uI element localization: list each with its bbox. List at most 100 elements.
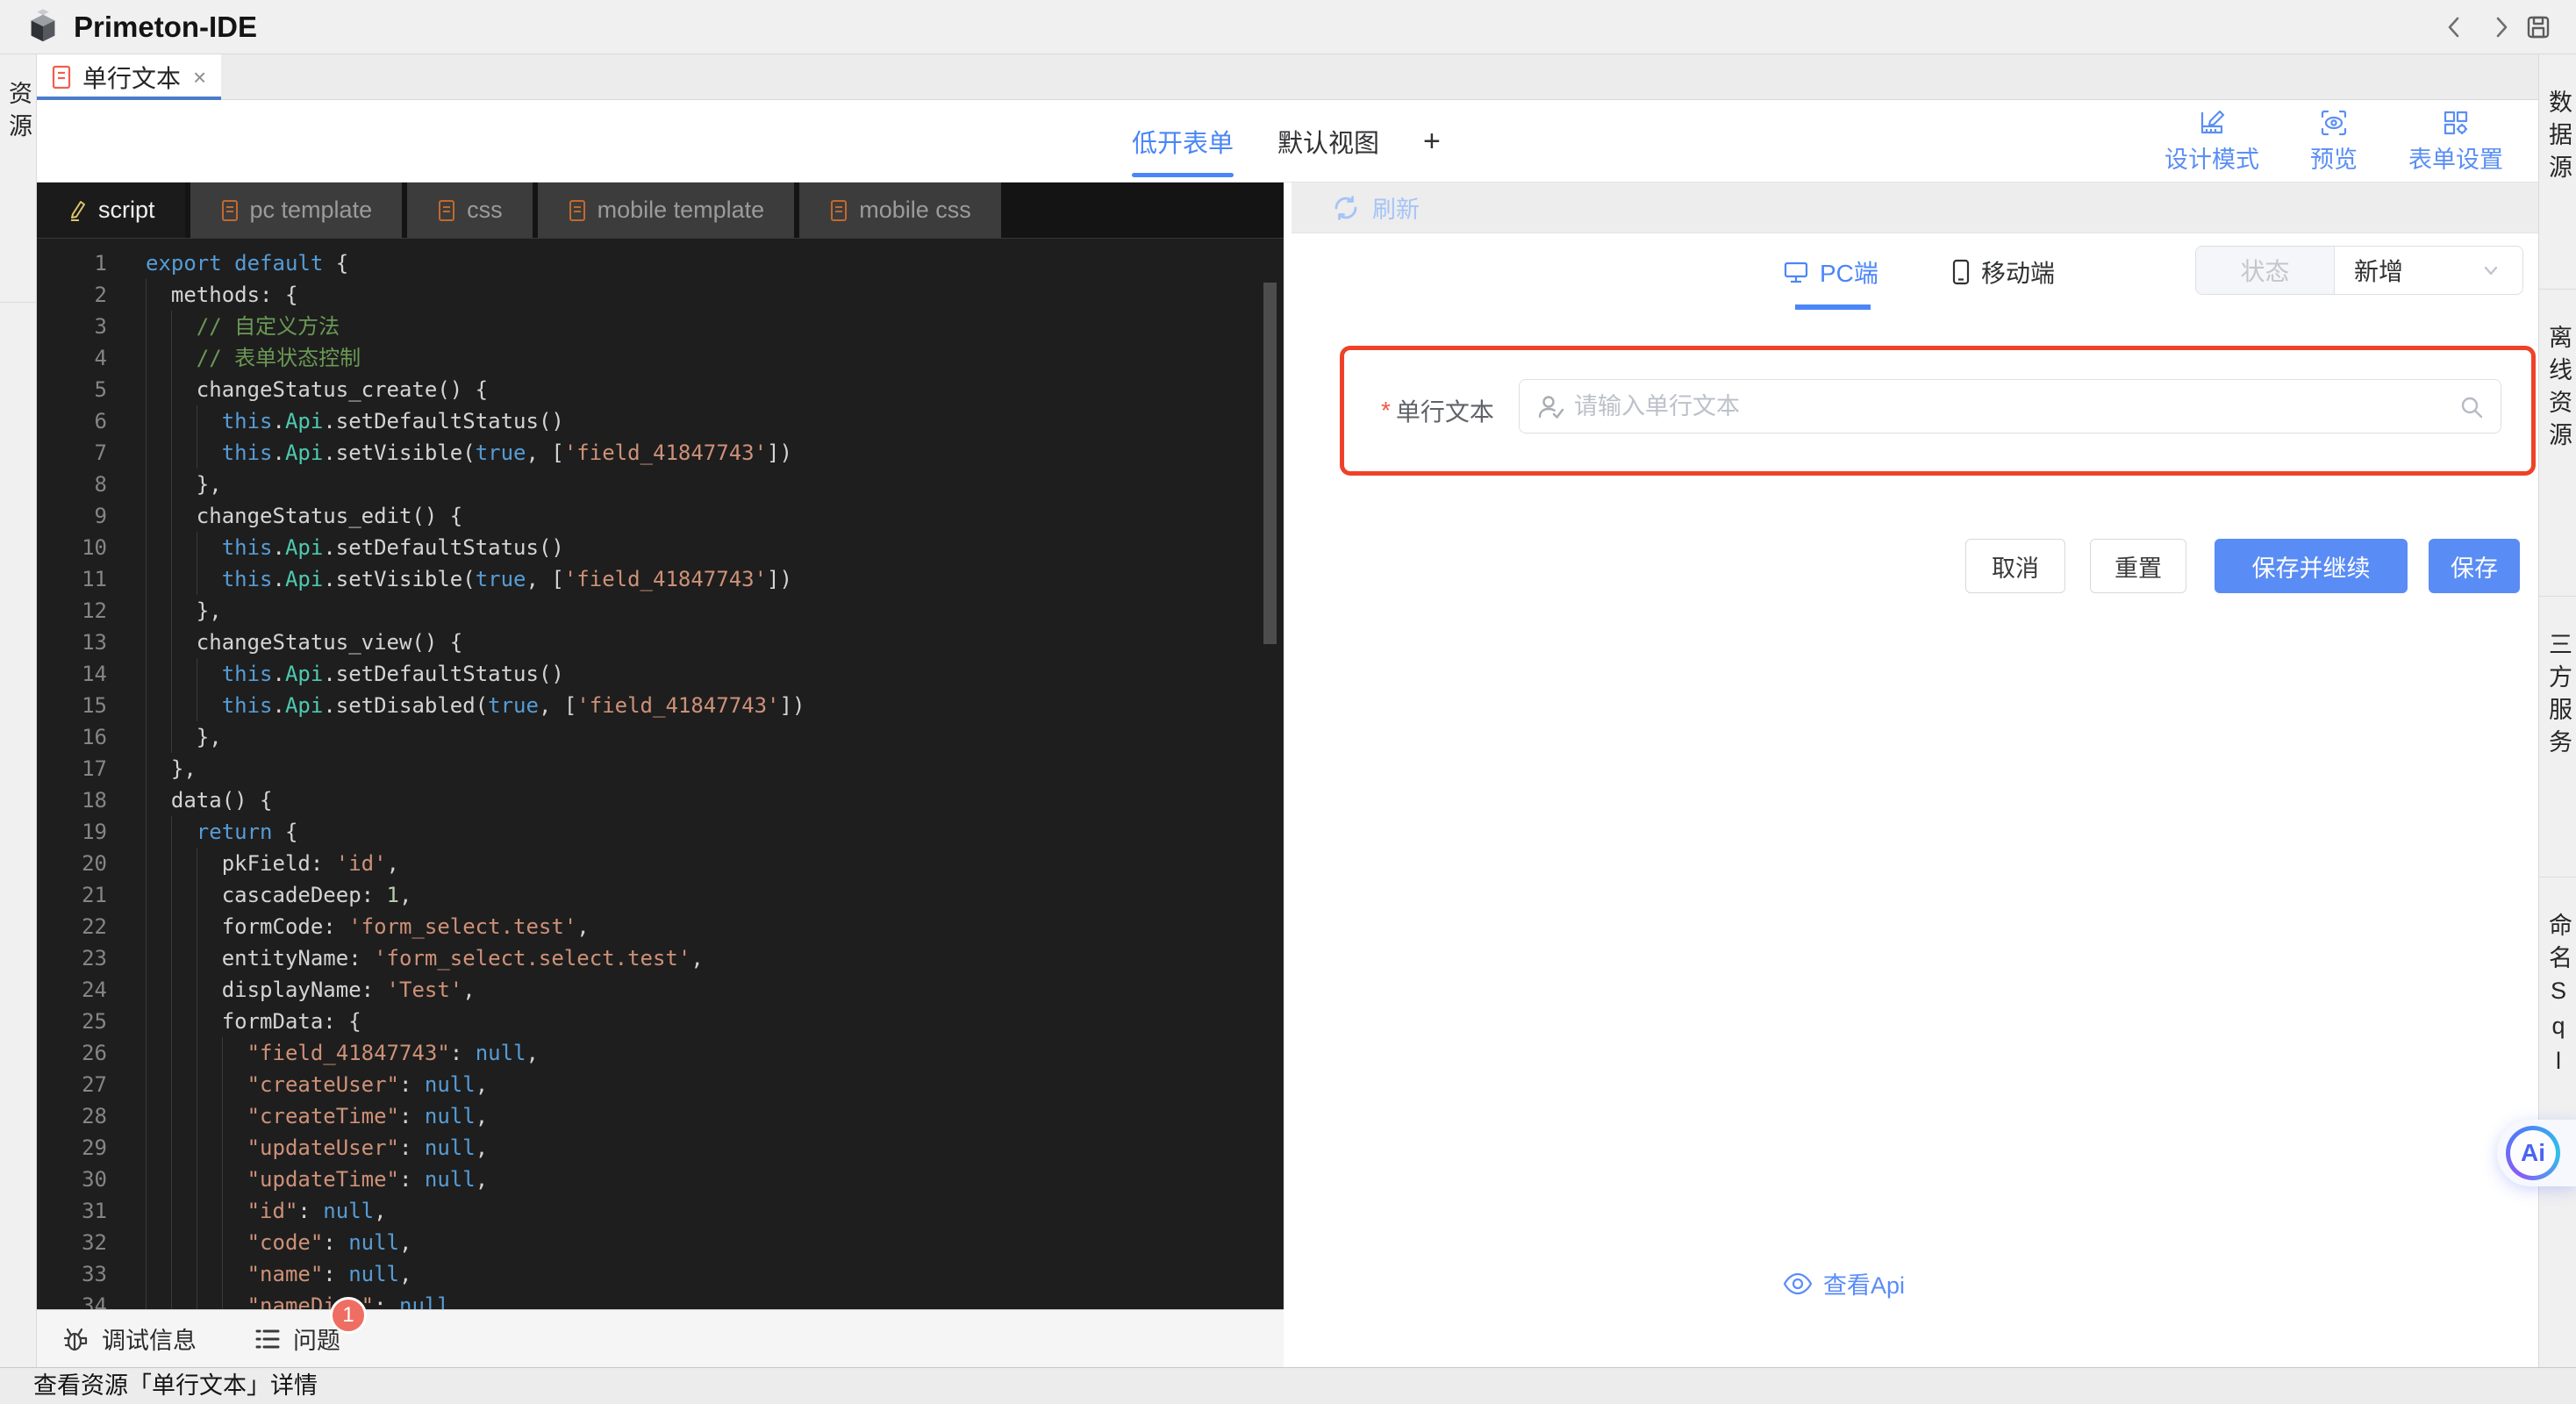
- preview-label: 预览: [2310, 146, 2358, 173]
- user-check-icon: [1538, 396, 1564, 419]
- form-status-select[interactable]: 状态 新增: [2195, 246, 2523, 295]
- doc-tab-label: 单行文本: [82, 65, 182, 92]
- tab-mobile-view[interactable]: 移动端: [1951, 233, 2055, 310]
- nav-forward-icon[interactable]: [2488, 14, 2515, 40]
- form-settings-button[interactable]: 表单设置: [2408, 109, 2503, 175]
- line-number: 2: [94, 283, 107, 307]
- save-button[interactable]: 保存: [2429, 539, 2520, 593]
- rail-item-thirdparty-services[interactable]: 三方服务: [2539, 597, 2576, 878]
- indent-guide: [170, 342, 172, 374]
- code-text: displayName: 'Test',: [146, 978, 476, 1002]
- selected-field-highlight[interactable]: * 单行文本: [1340, 346, 2536, 476]
- indent-guide: [146, 627, 147, 658]
- indent-guide: [146, 879, 147, 911]
- indent-guide: [146, 1069, 147, 1100]
- editor-tab-mobile-css[interactable]: mobile css: [799, 183, 1001, 238]
- file-icon: [439, 199, 455, 221]
- close-icon[interactable]: ×: [193, 64, 206, 91]
- indent-guide: [146, 374, 147, 405]
- chevron-down-icon: [2484, 266, 2498, 276]
- editor-tab-mobile-template[interactable]: mobile template: [537, 183, 795, 238]
- design-mode-icon: [2200, 110, 2225, 133]
- indent-guide: [146, 658, 147, 690]
- line-number: 24: [82, 978, 107, 1002]
- form-settings-label: 表单设置: [2408, 146, 2503, 173]
- monitor-icon: [1784, 261, 1808, 283]
- reset-button[interactable]: 重置: [2090, 539, 2186, 593]
- debug-bar: 调试信息 问题 1: [37, 1297, 1284, 1367]
- indent-guide: [170, 1069, 172, 1100]
- problems-button[interactable]: 问题 1: [254, 1297, 367, 1356]
- code-line: 12 },: [37, 595, 1284, 627]
- indent-guide: [146, 1037, 147, 1069]
- view-api-link[interactable]: 查看Api: [1783, 1266, 1905, 1300]
- rail-item-datasource[interactable]: 数据源: [2539, 54, 2576, 290]
- code-line: 10 this.Api.setDefaultStatus(): [37, 532, 1284, 563]
- code-line: 11 this.Api.setVisible(true, ['field_418…: [37, 563, 1284, 595]
- designer-toolbar: 低开表单 默认视图 + 设计模式 预览 表单设置: [37, 100, 2538, 183]
- editor-tab-script[interactable]: script: [37, 183, 185, 238]
- editor-tab-css[interactable]: css: [407, 183, 533, 238]
- code-line: 6 this.Api.setDefaultStatus(): [37, 405, 1284, 437]
- debug-info-button[interactable]: 调试信息: [63, 1322, 197, 1356]
- tab-lowcode-form[interactable]: 低开表单: [1132, 100, 1234, 183]
- save-icon[interactable]: [2525, 14, 2551, 40]
- code-text: "name": null,: [247, 1262, 412, 1286]
- add-view-button[interactable]: +: [1423, 125, 1441, 159]
- indent-guide: [146, 311, 147, 342]
- nav-back-icon[interactable]: [2441, 14, 2467, 40]
- code-text: this.Api.setVisible(true, ['field_418477…: [221, 441, 792, 465]
- refresh-icon[interactable]: [1332, 194, 1360, 222]
- ai-assistant-button[interactable]: Ai: [2497, 1120, 2576, 1186]
- code-text: },: [146, 598, 222, 623]
- code-line: 24 displayName: 'Test',: [37, 974, 1284, 1006]
- indent-guide: [170, 848, 172, 879]
- preview-icon: [2321, 110, 2347, 135]
- indent-guide: [170, 500, 172, 532]
- code-area[interactable]: 1 export default {2 methods: {3 // 自定义方法 4…: [37, 238, 1284, 1309]
- indent-guide: [170, 437, 172, 469]
- indent-guide: [146, 784, 147, 816]
- indent-guide: [170, 1164, 172, 1195]
- rail-item-offline-resources[interactable]: 离线资源: [2539, 290, 2576, 597]
- file-icon: [831, 199, 848, 221]
- line-number: 28: [82, 1104, 107, 1128]
- single-line-text-input[interactable]: [1574, 380, 2434, 433]
- rail-item-resources[interactable]: 资源: [0, 54, 36, 303]
- code-line: 31 "id": null,: [37, 1195, 1284, 1227]
- code-text: this.Api.setDisabled(true, ['field_41847…: [221, 693, 805, 718]
- editor-tab-pc-template[interactable]: pc template: [190, 183, 403, 238]
- code-line: 26 "field_41847743": null,: [37, 1037, 1284, 1069]
- search-icon[interactable]: [2458, 394, 2485, 420]
- tab-pc-view[interactable]: PC端: [1783, 233, 1878, 310]
- code-text: data() {: [146, 788, 273, 813]
- code-line: 33 "name": null,: [37, 1258, 1284, 1290]
- app-header: Primeton-IDE: [0, 0, 2576, 54]
- code-text: "nameDict": null,: [247, 1293, 463, 1309]
- cancel-button[interactable]: 取消: [1965, 539, 2065, 593]
- code-text: changeStatus_edit() {: [146, 504, 463, 528]
- indent-guide: [170, 595, 172, 627]
- refresh-label[interactable]: 刷新: [1372, 190, 1420, 225]
- form-doc-icon: [52, 65, 71, 90]
- code-line: 15 this.Api.setDisabled(true, ['field_41…: [37, 690, 1284, 721]
- tab-default-view[interactable]: 默认视图: [1277, 100, 1379, 183]
- code-text: this.Api.setDefaultStatus(): [221, 535, 564, 560]
- code-line: 30 "updateTime": null,: [37, 1164, 1284, 1195]
- indent-guide: [221, 1100, 223, 1132]
- line-number: 15: [82, 693, 107, 718]
- field-label-text: 单行文本: [1395, 398, 1494, 426]
- line-number: 18: [82, 788, 107, 813]
- file-icon: [221, 199, 238, 221]
- doc-tab-single-line-text[interactable]: 单行文本 ×: [37, 54, 221, 101]
- code-text: pkField: 'id',: [146, 851, 399, 876]
- preview-button[interactable]: 预览: [2310, 109, 2358, 175]
- save-and-continue-button[interactable]: 保存并继续: [2215, 539, 2408, 593]
- indent-guide: [146, 500, 147, 532]
- indent-guide: [221, 1164, 223, 1195]
- line-number: 7: [94, 441, 107, 465]
- design-mode-button[interactable]: 设计模式: [2165, 109, 2259, 175]
- indent-guide: [146, 721, 147, 753]
- line-number: 32: [82, 1230, 107, 1255]
- editor-scrollbar[interactable]: [1263, 283, 1277, 644]
